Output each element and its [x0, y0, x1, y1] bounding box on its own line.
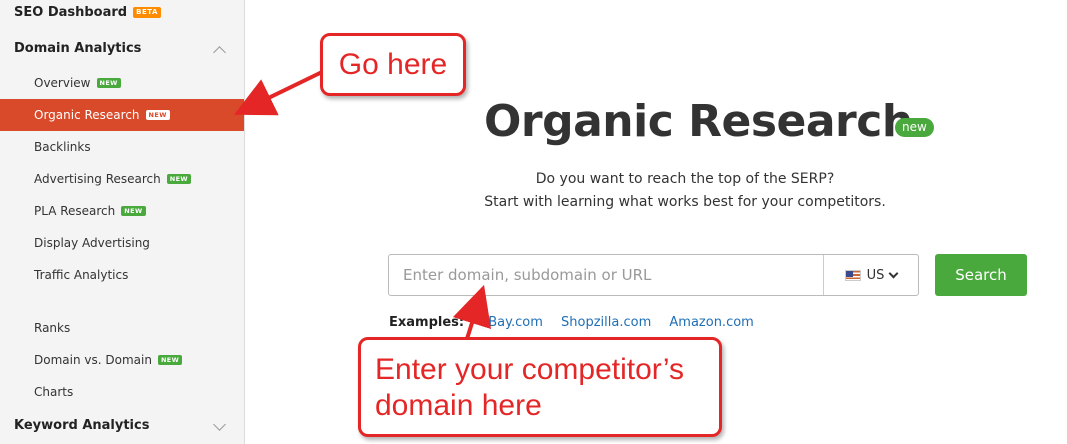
- callout-enter-domain: Enter your competitor’s domain here: [358, 337, 722, 437]
- callout-enter-line-1: Enter your competitor’s: [375, 353, 685, 386]
- callout-go-here: Go here: [320, 33, 466, 96]
- callout-enter-line-2: domain here: [375, 389, 542, 422]
- callout-go-here-text: Go here: [338, 47, 448, 81]
- arrow-to-organic-research: [234, 70, 323, 116]
